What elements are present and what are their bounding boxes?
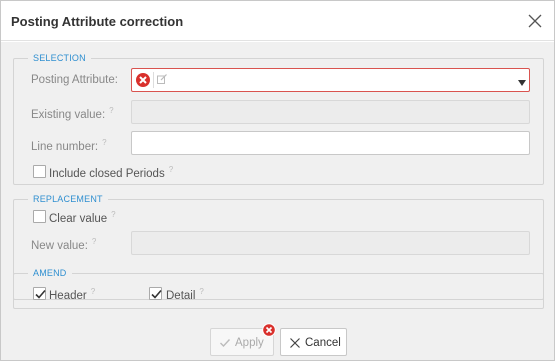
detail-checkbox[interactable] <box>149 287 162 300</box>
clear-value-label: Clear value? <box>49 210 116 225</box>
checkmark-icon <box>35 289 46 299</box>
help-icon: ? <box>102 138 107 147</box>
posting-attribute-label: Posting Attribute: <box>31 74 118 86</box>
clear-value-checkbox[interactable] <box>33 210 46 223</box>
help-icon: ? <box>111 210 116 219</box>
header-label: Header? <box>49 287 96 302</box>
posting-attribute-select[interactable] <box>131 68 530 92</box>
close-icon[interactable] <box>526 12 544 30</box>
help-icon: ? <box>91 237 97 246</box>
line-number-input[interactable] <box>131 131 530 155</box>
new-value-field <box>131 231 530 255</box>
dialog-body: SELECTION Posting Attribute: Existing va… <box>1 42 554 360</box>
error-icon <box>135 72 151 91</box>
line-number-label: Line number:? <box>31 138 107 153</box>
existing-value-label: Existing value:? <box>31 106 114 121</box>
include-closed-label: Include closed Periods? <box>49 165 174 180</box>
dropdown-arrow-icon[interactable] <box>518 76 526 90</box>
existing-value-field <box>131 100 530 124</box>
dialog-titlebar: Posting Attribute correction <box>1 1 554 41</box>
help-icon: ? <box>90 287 96 296</box>
checkmark-icon <box>220 339 231 348</box>
posting-attribute-dialog: Posting Attribute correction SELECTION P… <box>0 0 555 361</box>
edit-icon[interactable] <box>156 73 168 88</box>
checkmark-icon <box>151 289 162 299</box>
help-icon: ? <box>109 106 114 115</box>
cancel-button-label: Cancel <box>305 337 341 349</box>
close-icon <box>290 338 300 348</box>
detail-label: Detail? <box>166 287 204 302</box>
dialog-title: Posting Attribute correction <box>11 14 184 29</box>
amend-legend: AMEND <box>33 268 67 278</box>
help-icon: ? <box>199 287 204 296</box>
selection-legend: SELECTION <box>33 53 86 63</box>
separator <box>153 72 154 88</box>
error-badge-icon <box>262 323 276 340</box>
include-closed-checkbox[interactable] <box>33 165 46 178</box>
replacement-legend: REPLACEMENT <box>33 194 103 204</box>
header-checkbox[interactable] <box>33 287 46 300</box>
apply-button-label: Apply <box>235 337 264 349</box>
help-icon: ? <box>168 165 174 174</box>
cancel-button[interactable]: Cancel <box>280 328 347 356</box>
new-value-label: New value:? <box>31 237 97 252</box>
